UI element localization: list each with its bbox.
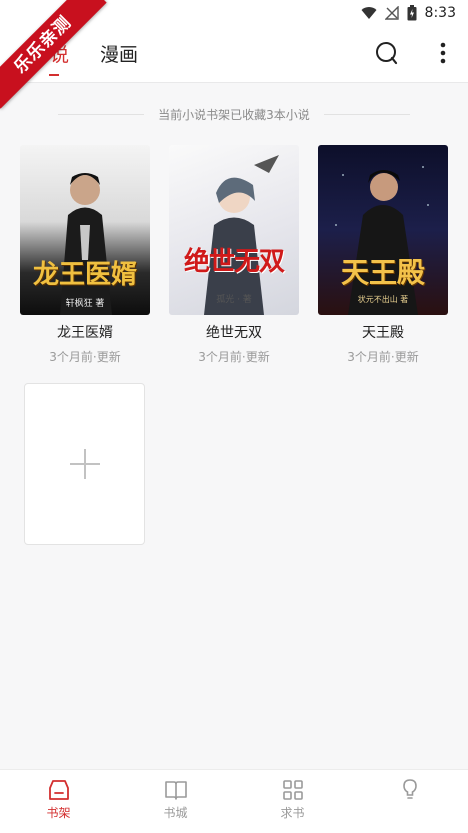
book-cover[interactable]: 绝世无双 孤光 · 著 — [169, 145, 299, 315]
cover-title: 天王殿 — [340, 256, 425, 289]
bottom-navigation: 书架 书城 求书 — [0, 769, 468, 833]
add-book-button[interactable] — [24, 383, 145, 545]
nav-item-discover[interactable] — [351, 770, 468, 833]
book-title: 龙王医婿 — [57, 325, 113, 341]
more-vertical-icon[interactable] — [438, 40, 448, 66]
tab-comic[interactable]: 漫画 — [100, 40, 138, 67]
lightbulb-icon — [402, 779, 417, 799]
plus-icon — [69, 449, 100, 479]
shelf-count-notice: 当前小说书架已收藏3本小说 — [0, 104, 468, 124]
cover-figure — [204, 155, 279, 315]
shelf-count-text: 当前小说书架已收藏3本小说 — [158, 107, 310, 122]
divider — [323, 113, 410, 115]
battery-icon — [407, 5, 417, 21]
book-title: 绝世无双 — [206, 325, 262, 341]
clock: 8:33 — [424, 5, 456, 21]
nav-label: 书城 — [163, 806, 188, 820]
signal-icon — [384, 6, 399, 20]
book-update-time: 3个月前·更新 — [49, 350, 121, 364]
book-card[interactable]: 龙王医婿 轩枫狂 著 龙王医婿 3个月前·更新 — [20, 145, 150, 365]
cover-author: 状元不出山 著 — [357, 295, 409, 304]
cover-author: 孤光 · 著 — [216, 295, 252, 305]
nav-item-bookstore[interactable]: 书城 — [117, 770, 234, 833]
nav-item-request-book[interactable]: 求书 — [234, 770, 351, 833]
book-card[interactable]: 天王殿 状元不出山 著 天王殿 3个月前·更新 — [318, 145, 448, 365]
bookshelf-icon — [48, 780, 69, 800]
search-icon[interactable] — [375, 40, 399, 66]
divider — [58, 113, 145, 115]
active-tab-indicator — [49, 74, 59, 76]
wifi-icon — [361, 7, 377, 20]
nav-item-bookshelf[interactable]: 书架 — [0, 770, 117, 833]
book-open-icon — [164, 781, 187, 800]
nav-label: 求书 — [280, 806, 305, 820]
cover-author: 轩枫狂 著 — [65, 299, 105, 309]
book-title: 天王殿 — [362, 325, 404, 341]
book-update-time: 3个月前·更新 — [347, 350, 419, 364]
book-update-time: 3个月前·更新 — [198, 350, 270, 364]
book-card[interactable]: 绝世无双 孤光 · 著 绝世无双 3个月前·更新 — [169, 145, 299, 365]
book-cover[interactable]: 天王殿 状元不出山 著 — [318, 145, 448, 315]
cover-title: 绝世无双 — [183, 247, 285, 277]
nav-label: 书架 — [46, 806, 71, 820]
book-cover[interactable]: 龙王医婿 轩枫狂 著 — [20, 145, 150, 315]
cover-title: 龙王医婿 — [32, 260, 137, 290]
grid-icon — [282, 780, 303, 800]
